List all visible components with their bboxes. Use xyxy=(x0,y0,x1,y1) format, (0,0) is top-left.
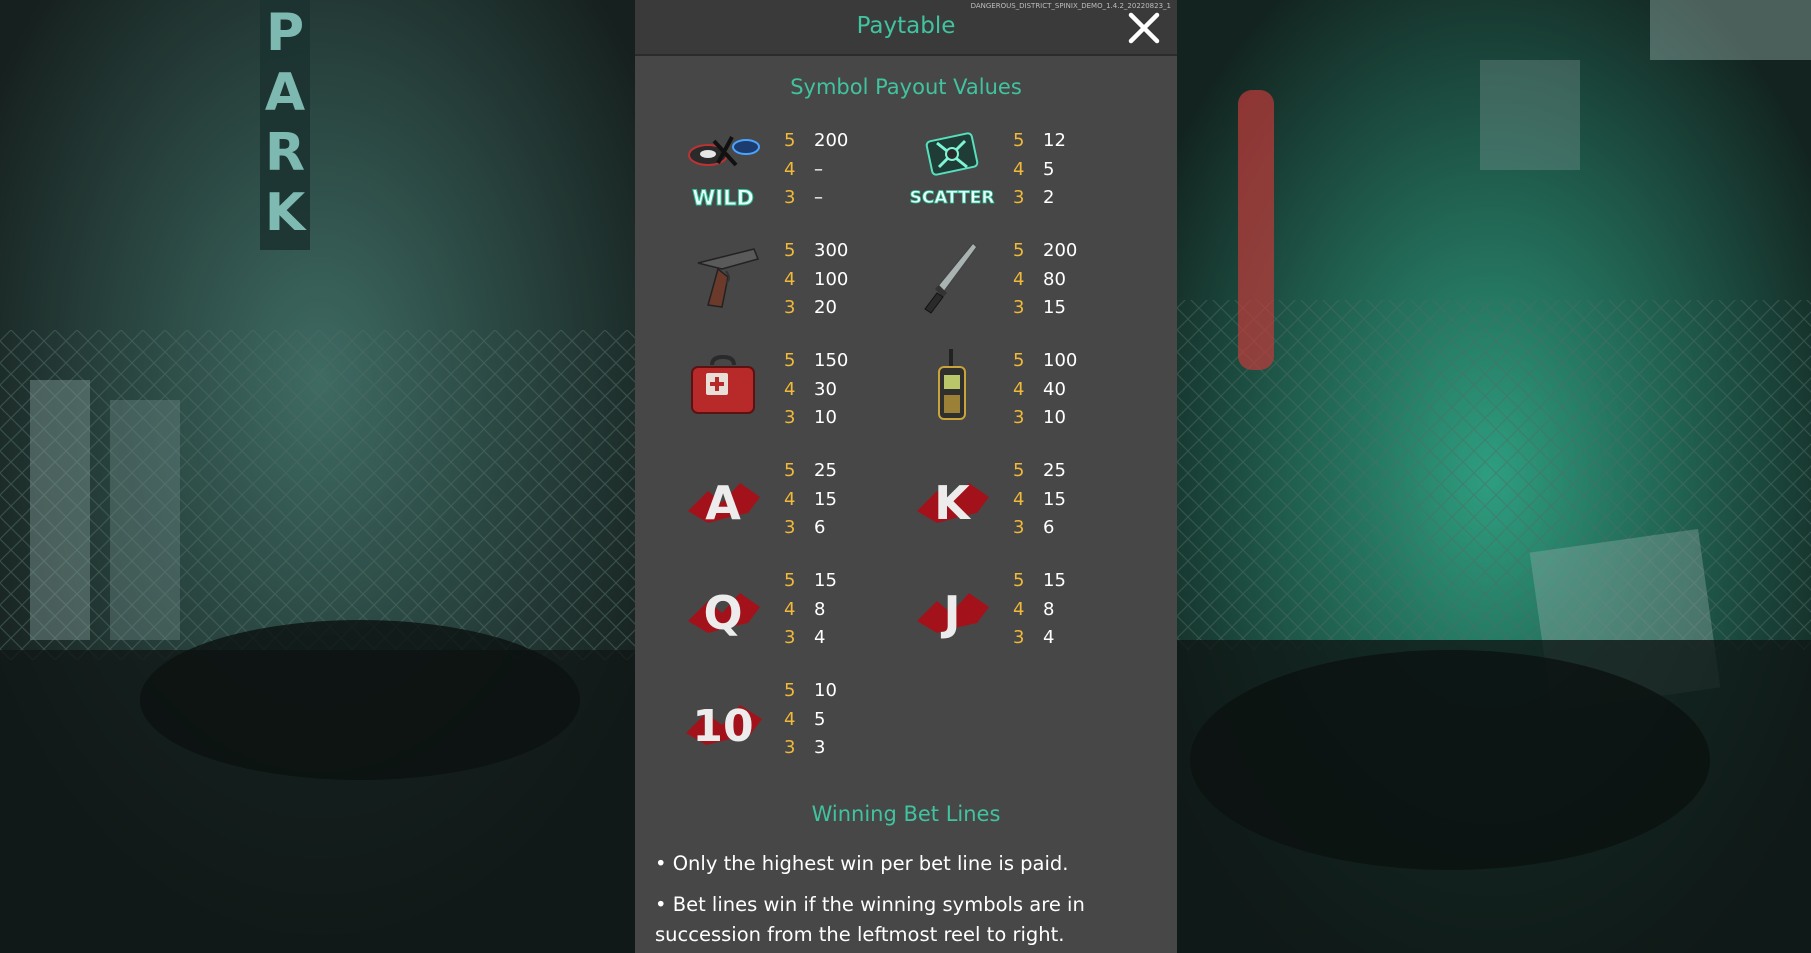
svg-text:J: J xyxy=(940,586,960,640)
ace-icon: A xyxy=(688,476,760,530)
svg-text:WILD: WILD xyxy=(692,186,754,210)
svg-text:SCATTER: SCATTER xyxy=(910,188,995,208)
payout-list-ace: 5 25 4 15 36 xyxy=(784,460,837,538)
version-label: DANGEROUS_DISTRICT_SPINIX_DEMO_1.4.2_202… xyxy=(970,2,1171,10)
symbol-cell-ten: 10 5 10 45 33 xyxy=(678,677,918,777)
symbol-cell-queen: Q 5 15 48 34 xyxy=(678,567,918,667)
queen-icon: Q xyxy=(688,586,760,640)
king-icon: K xyxy=(917,476,989,530)
svg-text:K: K xyxy=(265,183,307,243)
close-icon[interactable] xyxy=(1126,10,1162,46)
paytable-title: Paytable xyxy=(856,13,956,39)
symbol-cell-knife: 5 200 4 80 3 15 xyxy=(907,237,1147,337)
symbol-cell-ace: A 5 25 4 15 36 xyxy=(678,457,918,557)
bet-line-rule: • Only the highest win per bet line is p… xyxy=(655,852,1069,875)
pistol-icon xyxy=(697,248,760,308)
symbol-cell-pistol: 5 300 4 100 3 20 xyxy=(678,237,918,337)
svg-text:Q: Q xyxy=(703,586,742,640)
scatter-icon: SCATTER xyxy=(909,132,995,208)
jack-icon: J xyxy=(917,586,989,640)
winning-bet-lines-heading: Winning Bet Lines xyxy=(811,802,1001,826)
svg-text:K: K xyxy=(934,476,972,530)
payout-list-wild: 5 200 4– 3– xyxy=(784,130,849,208)
walkie-talkie-icon xyxy=(938,349,966,420)
payout-list-knife: 5 200 4 80 3 15 xyxy=(1013,240,1078,318)
symbol-payout-heading: Symbol Payout Values xyxy=(790,75,1022,99)
svg-text:R: R xyxy=(265,123,305,183)
symbol-cell-scatter: SCATTER 5 12 45 32 xyxy=(907,127,1147,227)
svg-text:P: P xyxy=(266,3,304,63)
symbol-cell-jack: J 5 15 48 34 xyxy=(907,567,1147,667)
payout-list-king: 5 25 4 15 36 xyxy=(1013,460,1066,538)
payout-list-ten: 5 10 45 33 xyxy=(784,680,837,758)
payout-list-queen: 5 15 48 34 xyxy=(784,570,837,648)
symbol-cell-king: K 5 25 4 15 36 xyxy=(907,457,1147,557)
ten-icon: 10 xyxy=(686,701,762,752)
payout-list-scatter: 5 12 45 32 xyxy=(1013,130,1066,208)
symbol-cell-wild: WILD 5 200 4– 3– xyxy=(678,127,918,227)
paytable-panel: DANGEROUS_DISTRICT_SPINIX_DEMO_1.4.2_202… xyxy=(635,0,1177,953)
symbol-cell-medkit: 5 150 4 30 3 10 xyxy=(678,347,918,447)
paytable-header: DANGEROUS_DISTRICT_SPINIX_DEMO_1.4.2_202… xyxy=(635,0,1177,56)
payout-list-radio: 5 100 4 40 3 10 xyxy=(1013,350,1078,428)
wild-icon: WILD xyxy=(688,136,760,211)
svg-text:10: 10 xyxy=(692,701,753,752)
payout-list-jack: 5 15 48 34 xyxy=(1013,570,1066,648)
svg-text:A: A xyxy=(265,63,305,123)
medkit-icon xyxy=(691,354,755,414)
payout-list-pistol: 5 300 4 100 3 20 xyxy=(784,240,849,318)
symbol-cell-radio: 5 100 4 40 3 10 xyxy=(907,347,1147,447)
payout-list-medkit: 5 150 4 30 3 10 xyxy=(784,350,849,428)
svg-text:A: A xyxy=(705,476,741,530)
knife-icon xyxy=(924,241,978,314)
bet-line-rule: • Bet lines win if the winning symbols a… xyxy=(655,893,1085,946)
